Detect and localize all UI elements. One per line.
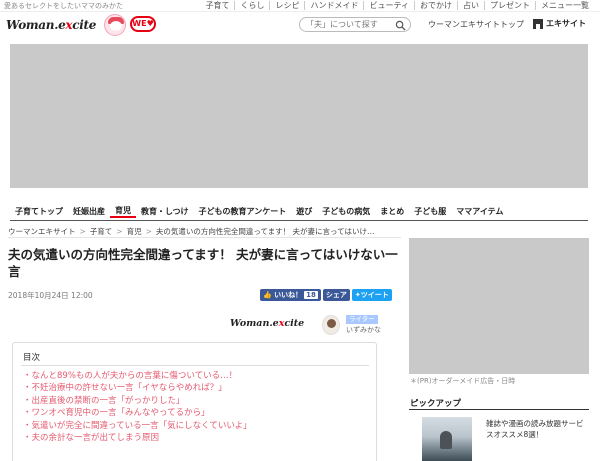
article-title: 夫の気遣いの方向性完全間違ってます！ 夫が妻に言ってはいけない一言	[8, 247, 398, 279]
share-buttons: 👍 いいね！ 18 シェア ✦ツイート	[258, 289, 392, 301]
breadcrumb-item[interactable]: ウーマンエキサイト	[8, 227, 76, 236]
top-nav: 子育て くらし レシピ ハンドメイド ビューティ おでかけ 占い プレゼント メ…	[200, 1, 594, 10]
writer-name[interactable]: いずみかな	[346, 325, 381, 335]
breadcrumb-current: 夫の気遣いの方向性完全間違ってます！ 夫が妻に言ってはいけ…	[155, 227, 375, 236]
woman-excite-logo-small: Woman.excite	[230, 318, 305, 329]
site-tagline: 愛あるセレクトをしたいママのみかた	[4, 2, 123, 10]
toc-link[interactable]: ・なんと89%もの人が夫からの言葉に傷ついている…！	[23, 370, 252, 382]
site-header: Woman.excite WE♥ ウーマンエキサイトトップ エキサイト	[0, 12, 600, 40]
top-nav-item[interactable]: レシピ	[269, 1, 304, 10]
category-nav-item[interactable]: まとめ	[375, 206, 409, 217]
article-date: 2018年10月24日 12:00	[8, 291, 93, 300]
pickup-heading: ピックアップ	[410, 399, 462, 409]
tweet-button[interactable]: ✦ツイート	[351, 289, 392, 301]
toc-list: ・なんと89%もの人が夫からの言葉に傷ついている…！ ・不妊治療中の許せない一言…	[23, 370, 252, 444]
woman-excite-top-link[interactable]: ウーマンエキサイトトップ	[428, 19, 524, 30]
top-strip: 愛あるセレクトをしたいママのみかた 子育て くらし レシピ ハンドメイド ビュー…	[0, 0, 600, 12]
toc-link[interactable]: ・出産直後の禁断の一言「がっかりした」	[23, 395, 252, 407]
writer-avatar[interactable]	[322, 315, 340, 335]
category-nav-item[interactable]: 子どもの病気	[317, 206, 375, 217]
category-nav-item[interactable]: 子どもの教育アンケート	[194, 206, 292, 217]
category-nav-item[interactable]: 子育てトップ	[10, 206, 68, 217]
category-nav-item[interactable]: 遊び	[291, 206, 317, 217]
divider	[409, 409, 589, 410]
facebook-share-button[interactable]: シェア	[322, 289, 350, 301]
top-nav-item[interactable]: 占い	[457, 1, 484, 10]
top-nav-item[interactable]: おでかけ	[414, 1, 457, 10]
like-count: 18	[304, 291, 318, 299]
search-input[interactable]	[306, 19, 392, 30]
table-of-contents: 目次 ・なんと89%もの人が夫からの言葉に傷ついている…！ ・不妊治療中の許せな…	[12, 342, 377, 461]
writer-badge: ライター	[346, 315, 378, 324]
category-nav-item[interactable]: 妊娠出産	[68, 206, 110, 217]
search-icon[interactable]	[395, 20, 406, 31]
search-box	[299, 17, 411, 32]
category-nav-item[interactable]: ママアイテム	[451, 206, 508, 217]
top-nav-item[interactable]: ハンドメイド	[304, 1, 363, 10]
top-nav-item[interactable]: くらし	[234, 1, 269, 10]
toc-link[interactable]: ・気遣いが完全に間違っている一言「気にしなくていいよ」	[23, 420, 252, 432]
woman-excite-logo[interactable]: Woman.excite	[6, 18, 96, 32]
author-row: Woman.excite ライター いずみかな	[230, 314, 400, 336]
top-nav-item[interactable]: プレゼント	[484, 1, 535, 10]
pickup-link[interactable]: 雑誌や漫画の読み放題サービスオススメ8選！	[486, 418, 586, 440]
banner-ad[interactable]	[10, 44, 588, 188]
wego-logo[interactable]: WE♥	[130, 16, 156, 32]
top-nav-item[interactable]: ビューティ	[363, 1, 414, 10]
excite-link[interactable]: エキサイト	[533, 18, 586, 29]
divider	[8, 237, 401, 238]
toc-link[interactable]: ・ワンオペ育児中の一言「みんなやってるから」	[23, 407, 252, 419]
mascot-icon	[104, 14, 126, 36]
category-nav-item[interactable]: 子ども服	[409, 206, 451, 217]
facebook-like-button[interactable]: 👍 いいね！ 18	[260, 289, 321, 301]
breadcrumb: ウーマンエキサイト > 子育て > 育児 > 夫の気遣いの方向性完全間違ってます！ 夫が妻に…	[8, 227, 375, 236]
divider	[21, 365, 369, 366]
top-nav-item[interactable]: メニュー一覧	[535, 1, 594, 10]
category-nav-item-active[interactable]: 育児	[110, 205, 136, 218]
home-icon	[533, 18, 543, 29]
toc-link[interactable]: ・不妊治療中の許せない一言「イヤならやめれば？」	[23, 382, 252, 394]
breadcrumb-item[interactable]: 育児	[127, 227, 142, 236]
sidebar-ad[interactable]	[409, 238, 589, 374]
pickup-thumbnail[interactable]	[422, 417, 472, 461]
excite-link-label: エキサイト	[546, 19, 586, 28]
category-nav: 子育てトップ 妊娠出産 育児 教育・しつけ 子どもの教育アンケート 遊び 子ども…	[10, 203, 588, 221]
breadcrumb-item[interactable]: 子育て	[90, 227, 113, 236]
top-nav-item[interactable]: 子育て	[200, 1, 234, 10]
thumbs-up-icon: 👍	[263, 291, 272, 299]
toc-link[interactable]: ・夫の余計な一言が出てしまう原因	[23, 432, 252, 444]
toc-heading: 目次	[23, 353, 41, 363]
pr-note: ＊(PR)オーダーメイド広告・日時	[410, 377, 516, 385]
category-nav-item[interactable]: 教育・しつけ	[136, 206, 194, 217]
